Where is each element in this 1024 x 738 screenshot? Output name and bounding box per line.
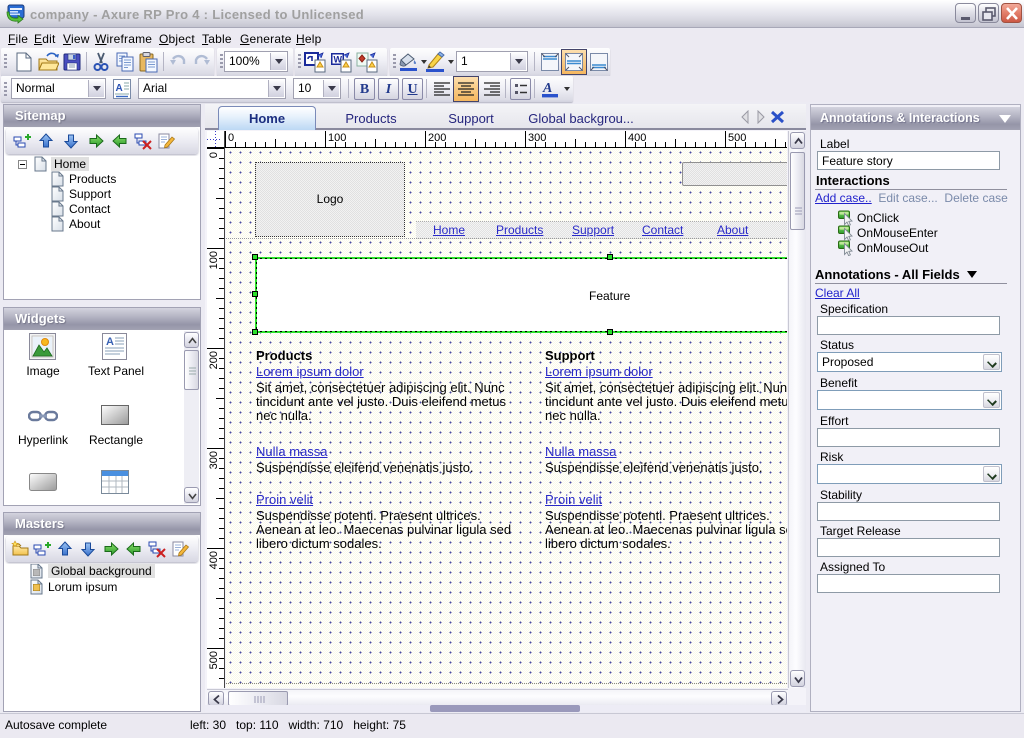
svg-text:A: A bbox=[542, 81, 552, 96]
svg-text:A: A bbox=[116, 83, 123, 94]
svg-text:A: A bbox=[106, 336, 114, 348]
